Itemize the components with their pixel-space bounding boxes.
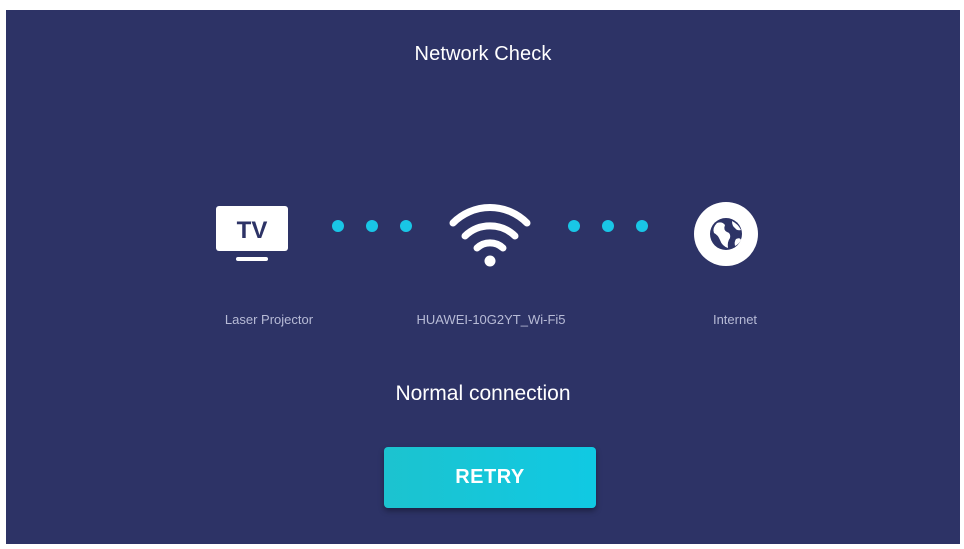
projector-label: Laser Projector [224, 312, 314, 327]
connection-dot [366, 220, 378, 232]
globe-icon [694, 202, 758, 266]
network-check-screen: Network Check TV Laser Projector HUAWEI-… [6, 10, 960, 544]
tv-icon-text: TV [237, 217, 268, 244]
page-title: Network Check [414, 43, 552, 65]
internet-node [690, 194, 762, 274]
connection-dot [602, 220, 614, 232]
retry-button[interactable]: RETRY [384, 447, 596, 508]
connection-dot [400, 220, 412, 232]
connection-dots-left [332, 220, 412, 232]
connection-status: Normal connection [395, 382, 571, 405]
tv-icon: TV [216, 206, 288, 261]
projector-node: TV [212, 194, 292, 274]
internet-label: Internet [712, 312, 758, 327]
wifi-node [442, 194, 538, 274]
wifi-icon [449, 204, 531, 267]
connection-dot [332, 220, 344, 232]
connection-dot [636, 220, 648, 232]
connection-dots-right [568, 220, 648, 232]
wifi-network-label: HUAWEI-10G2YT_Wi-Fi5 [416, 312, 566, 327]
connection-dot [568, 220, 580, 232]
